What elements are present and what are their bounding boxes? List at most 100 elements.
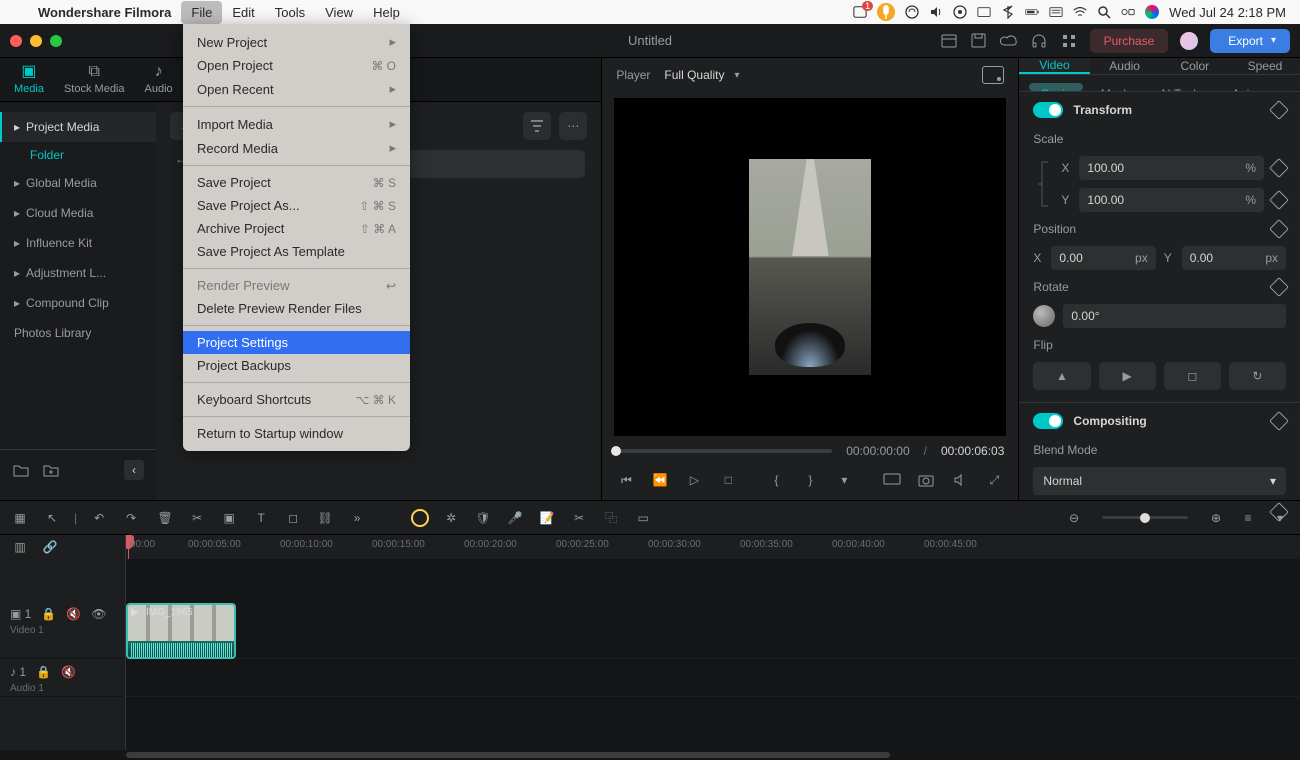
app-name[interactable]: Wondershare Filmora (28, 5, 181, 20)
control-center-icon[interactable] (1121, 5, 1135, 19)
display-icon[interactable] (977, 5, 991, 19)
tab-media[interactable]: ▣Media (6, 57, 52, 101)
tl-redo-button[interactable]: ↷ (121, 508, 141, 528)
mark-out-button[interactable]: } (800, 470, 820, 490)
tl-text-button[interactable]: T (251, 508, 271, 528)
zoom-in-button[interactable]: ⊕ (1206, 508, 1226, 528)
notification-icon[interactable] (853, 5, 867, 19)
compositing-keyframe[interactable] (1269, 411, 1289, 431)
tree-photos-library[interactable]: Photos Library (0, 318, 156, 348)
keyboard-icon[interactable] (1049, 5, 1063, 19)
prev-frame-button[interactable]: ⏮ (616, 470, 636, 490)
browser-icon[interactable] (953, 5, 967, 19)
filter-button[interactable] (523, 112, 551, 140)
cloud-icon[interactable] (1000, 32, 1018, 50)
tl-cut-icon[interactable]: ✂ (569, 508, 589, 528)
quality-dropdown[interactable]: Full Quality (664, 68, 739, 82)
window-traffic-lights[interactable] (10, 35, 62, 47)
sync-icon[interactable] (905, 5, 919, 19)
menu-open-recent[interactable]: Open Recent▸ (183, 77, 410, 101)
tree-cloud-media[interactable]: ▸ Cloud Media (0, 198, 156, 228)
tab-audio[interactable]: ♪Audio (137, 59, 181, 101)
mic-recording-icon[interactable] (877, 3, 895, 21)
menu-delete-render[interactable]: Delete Preview Render Files (183, 297, 410, 320)
scale-y-keyframe[interactable] (1269, 190, 1289, 210)
rotate-dial[interactable] (1033, 305, 1055, 327)
menu-import-media[interactable]: Import Media▸ (183, 112, 410, 136)
audio-track-head[interactable]: ♪ 1🔒🔇 Audio 1 (0, 659, 125, 697)
rotate-keyframe[interactable] (1269, 277, 1289, 297)
tl-mic-icon[interactable]: 🎤 (505, 508, 525, 528)
clock[interactable]: Wed Jul 24 2:18 PM (1169, 5, 1286, 20)
volume-icon[interactable] (929, 5, 943, 19)
tree-adjustment-layer[interactable]: ▸ Adjustment L... (0, 258, 156, 288)
timeline-scrollbar[interactable] (0, 750, 1300, 760)
export-button[interactable]: Export (1210, 29, 1290, 53)
mute-audio-icon[interactable]: 🔇 (61, 665, 76, 679)
marker-dropdown[interactable]: ▾ (834, 470, 854, 490)
timeline-lanes[interactable]: ▶ IMG_1965 (126, 559, 1300, 750)
tl-shield-icon[interactable]: 🛡 (473, 508, 493, 528)
tab-stock-media[interactable]: ⧉Stock Media (56, 59, 133, 101)
menubar-file[interactable]: File (181, 1, 222, 24)
menubar-edit[interactable]: Edit (222, 1, 264, 24)
timeline-clip[interactable]: ▶ IMG_1965 (126, 603, 236, 659)
tl-settings-icon[interactable]: ✲ (441, 508, 461, 528)
menu-project-backups[interactable]: Project Backups (183, 354, 410, 377)
inspector-tab-color[interactable]: Color (1160, 58, 1230, 74)
display-mode-button[interactable] (882, 470, 902, 490)
timeline-ruler[interactable]: 00:00 00:00:05:00 00:00:10:00 00:00:15:0… (126, 535, 1300, 559)
inspector-tab-video[interactable]: Video (1019, 58, 1089, 74)
scale-x-input[interactable]: 100.00% (1079, 156, 1264, 180)
play-button[interactable]: ▷ (684, 470, 704, 490)
menu-project-settings[interactable]: Project Settings (183, 331, 410, 354)
menu-new-project[interactable]: New Project▸ (183, 30, 410, 54)
purchase-button[interactable]: Purchase (1090, 29, 1169, 53)
headphones-icon[interactable] (1030, 32, 1048, 50)
tl-crop2-icon[interactable]: ⿻ (601, 508, 621, 528)
fullscreen-button[interactable]: ⤢ (984, 470, 1004, 490)
subtab-basic[interactable]: Basic (1029, 83, 1082, 91)
position-keyframe[interactable] (1269, 219, 1289, 239)
tl-more-button[interactable]: » (347, 508, 367, 528)
scale-x-keyframe[interactable] (1269, 158, 1289, 178)
menu-return-startup[interactable]: Return to Startup window (183, 422, 410, 445)
tl-crop-button[interactable]: ▣ (219, 508, 239, 528)
blend-mode-dropdown[interactable]: Normal▾ (1033, 467, 1286, 495)
mute-video-icon[interactable]: 🔇 (66, 607, 81, 621)
mute-button[interactable] (950, 470, 970, 490)
video-track-head[interactable]: ▣ 1🔒🔇👁 Video 1 (0, 601, 125, 659)
playhead[interactable] (128, 535, 129, 559)
tl-mixer-icon[interactable]: ≡ (1238, 508, 1258, 528)
menubar-tools[interactable]: Tools (265, 1, 315, 24)
tree-global-media[interactable]: ▸ Global Media (0, 168, 156, 198)
video-preview[interactable] (614, 98, 1006, 436)
lock-audio-icon[interactable]: 🔒 (36, 665, 51, 679)
zoom-out-button[interactable]: ⊖ (1064, 508, 1084, 528)
menu-save-project[interactable]: Save Project⌘ S (183, 171, 410, 194)
snapshot-icon[interactable] (982, 66, 1004, 84)
subtab-mask[interactable]: Mask (1089, 83, 1142, 91)
menu-save-as-template[interactable]: Save Project As Template (183, 240, 410, 263)
tl-delete-button[interactable]: 🗑 (155, 508, 175, 528)
tl-link-track[interactable]: 🔗 (40, 537, 60, 557)
flip-reset-button[interactable]: ◻ (1164, 362, 1221, 390)
transform-keyframe-icon[interactable] (1269, 100, 1289, 120)
battery-icon[interactable] (1025, 5, 1039, 19)
zoom-slider[interactable] (1102, 516, 1188, 519)
menu-archive-project[interactable]: Archive Project⇧ ⌘ A (183, 217, 410, 240)
transform-toggle[interactable] (1033, 102, 1063, 118)
inspector-tab-speed[interactable]: Speed (1230, 58, 1300, 74)
tl-select-tool[interactable]: ↖ (42, 508, 62, 528)
more-options-button[interactable]: ⋯ (559, 112, 587, 140)
snapshot-button[interactable] (916, 470, 936, 490)
tl-split-button[interactable]: ✂ (187, 508, 207, 528)
mark-in-button[interactable]: { (766, 470, 786, 490)
scrub-bar[interactable] (616, 449, 832, 453)
menu-keyboard-shortcuts[interactable]: Keyboard Shortcuts⌥ ⌘ K (183, 388, 410, 411)
tl-frame-icon[interactable]: ▭ (633, 508, 653, 528)
tl-track-collapse[interactable]: ▥ (10, 537, 30, 557)
lock-icon[interactable]: 🔒 (41, 607, 56, 621)
visibility-icon[interactable]: 👁 (91, 607, 106, 621)
tl-undo-button[interactable]: ↶ (89, 508, 109, 528)
